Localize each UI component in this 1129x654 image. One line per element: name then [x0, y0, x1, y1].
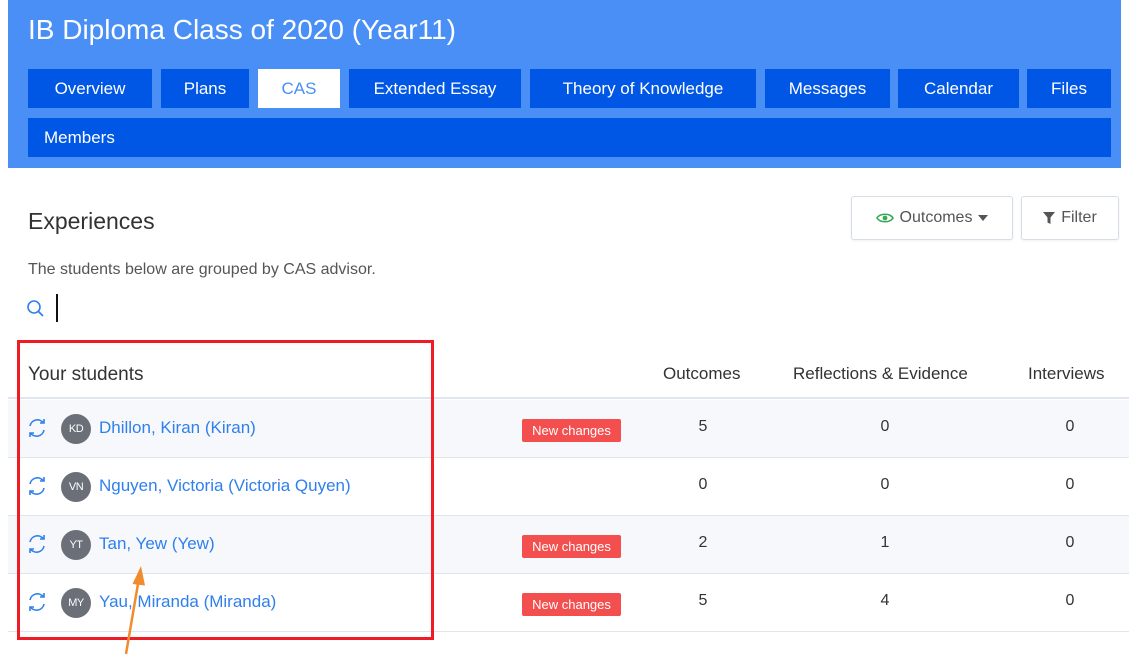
- tab-files[interactable]: Files: [1027, 69, 1111, 108]
- reflections-count: 0: [880, 418, 890, 435]
- new-changes-badge: New changes: [522, 535, 621, 558]
- reflections-count: 1: [880, 534, 890, 551]
- tab-members[interactable]: Members: [28, 118, 1111, 157]
- avatar: VN: [61, 472, 91, 502]
- filter-button-label: Filter: [1061, 209, 1097, 226]
- interviews-count: 0: [1065, 418, 1075, 435]
- sync-icon[interactable]: [26, 417, 48, 439]
- interviews-count: 0: [1065, 592, 1075, 609]
- column-header-interviews: Interviews: [1028, 364, 1105, 383]
- outcomes-button-label: Outcomes: [899, 209, 973, 226]
- class-title: IB Diploma Class of 2020 (Year11): [28, 14, 456, 45]
- interviews-count: 0: [1065, 534, 1075, 551]
- table-row: VN Nguyen, Victoria (Victoria Quyen) 0 0…: [8, 458, 1129, 516]
- interviews-count: 0: [1065, 476, 1075, 493]
- filter-icon: [1043, 211, 1056, 224]
- column-header-reflections-evidence: Reflections & Evidence: [793, 364, 968, 383]
- search-input[interactable]: [56, 294, 456, 322]
- column-header-outcomes: Outcomes: [663, 364, 741, 383]
- sync-icon[interactable]: [26, 475, 48, 497]
- new-changes-badge: New changes: [522, 593, 621, 616]
- student-name-link[interactable]: Nguyen, Victoria (Victoria Quyen): [99, 476, 351, 496]
- tab-extended-essay[interactable]: Extended Essay: [349, 69, 521, 108]
- eye-icon: [875, 213, 894, 223]
- student-name-link[interactable]: Dhillon, Kiran (Kiran): [99, 418, 256, 438]
- reflections-count: 4: [880, 592, 890, 609]
- outcomes-count: 5: [698, 418, 708, 435]
- sync-icon[interactable]: [26, 533, 48, 555]
- reflections-count: 0: [880, 476, 890, 493]
- class-header: IB Diploma Class of 2020 (Year11) Overvi…: [8, 0, 1121, 168]
- student-name-link[interactable]: Yau, Miranda (Miranda): [99, 592, 276, 612]
- new-changes-badge: New changes: [522, 419, 621, 442]
- section-title: Experiences: [28, 208, 155, 234]
- filter-button[interactable]: Filter: [1021, 196, 1119, 240]
- table-header-divider: [8, 397, 1129, 399]
- group-header-your-students: Your students: [28, 364, 144, 385]
- sync-icon[interactable]: [26, 591, 48, 613]
- avatar: YT: [61, 530, 91, 560]
- outcomes-count: 0: [698, 476, 708, 493]
- caret-down-icon: [978, 215, 989, 221]
- tab-messages[interactable]: Messages: [765, 69, 890, 108]
- table-row: KD Dhillon, Kiran (Kiran) New changes 5 …: [8, 400, 1129, 458]
- outcomes-dropdown-button[interactable]: Outcomes: [851, 196, 1013, 240]
- tab-plans[interactable]: Plans: [161, 69, 249, 108]
- tab-theory-of-knowledge[interactable]: Theory of Knowledge: [530, 69, 756, 108]
- tab-calendar[interactable]: Calendar: [898, 69, 1019, 108]
- outcomes-count: 2: [698, 534, 708, 551]
- table-row: YT Tan, Yew (Yew) New changes 2 1 0: [8, 516, 1129, 574]
- avatar: MY: [61, 588, 91, 618]
- student-name-link[interactable]: Tan, Yew (Yew): [99, 534, 215, 554]
- outcomes-count: 5: [698, 592, 708, 609]
- tab-cas[interactable]: CAS: [258, 69, 340, 108]
- search-icon: [27, 300, 44, 317]
- tab-overview[interactable]: Overview: [28, 69, 152, 108]
- table-row: MY Yau, Miranda (Miranda) New changes 5 …: [8, 574, 1129, 632]
- section-subtitle: The students below are grouped by CAS ad…: [28, 261, 376, 278]
- avatar: KD: [61, 414, 91, 444]
